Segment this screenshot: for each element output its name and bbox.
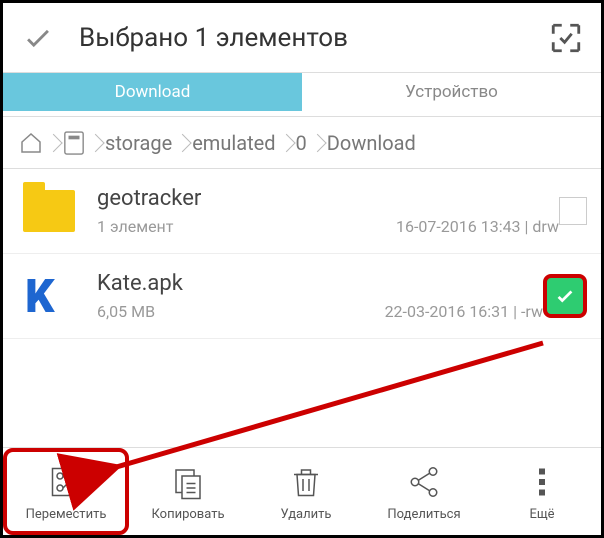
item-meta: 1 элемент 16-07-2016 13:43 | drw — [97, 217, 559, 236]
breadcrumb-emulated[interactable]: emulated — [182, 131, 285, 155]
folder-icon — [21, 183, 77, 239]
app-frame: Выбрано 1 элементов Download Устройство … — [0, 0, 604, 538]
breadcrumb: storage emulated 0 Download — [3, 117, 601, 169]
selection-header: Выбрано 1 элементов — [3, 3, 601, 73]
svg-text:K: K — [25, 272, 55, 320]
breadcrumb-storage[interactable]: storage — [95, 131, 182, 155]
copy-icon — [170, 461, 206, 503]
item-checkbox[interactable] — [559, 197, 587, 225]
apk-icon: K — [21, 268, 77, 324]
check-icon — [554, 285, 576, 307]
home-icon — [19, 131, 43, 155]
item-meta: 6,05 MB 22-03-2016 16:31 | -rw — [97, 302, 543, 321]
trash-icon — [288, 461, 324, 503]
tool-label: Копировать — [151, 507, 224, 522]
action-toolbar: Переместить Копировать Удалить Поделитьс… — [3, 447, 601, 535]
item-subtitle: 1 элемент — [97, 217, 173, 236]
share-icon — [406, 461, 442, 503]
tab-device[interactable]: Устройство — [302, 73, 601, 111]
delete-button[interactable]: Удалить — [247, 448, 365, 535]
tool-label: Удалить — [281, 507, 332, 522]
share-button[interactable]: Поделиться — [365, 448, 483, 535]
list-item[interactable]: geotracker 1 элемент 16-07-2016 13:43 | … — [3, 169, 601, 254]
copy-button[interactable]: Копировать — [129, 448, 247, 535]
tool-label: Ещё — [529, 507, 554, 522]
item-info: Kate.apk 6,05 MB 22-03-2016 16:31 | -rw — [77, 271, 543, 321]
list-item[interactable]: K Kate.apk 6,05 MB 22-03-2016 16:31 | -r… — [3, 254, 601, 339]
item-name: geotracker — [97, 186, 559, 211]
tab-bar: Download Устройство — [3, 73, 601, 117]
item-info: geotracker 1 элемент 16-07-2016 13:43 | … — [77, 186, 559, 236]
breadcrumb-home[interactable] — [9, 131, 53, 155]
item-checkbox-selected[interactable] — [543, 274, 587, 318]
tab-download[interactable]: Download — [3, 73, 302, 111]
more-button[interactable]: Ещё — [483, 448, 601, 535]
cancel-selection-icon[interactable] — [21, 21, 55, 55]
sdcard-icon — [63, 130, 85, 156]
breadcrumb-download[interactable]: Download — [317, 131, 426, 155]
selection-title: Выбрано 1 элементов — [55, 23, 549, 53]
select-all-icon[interactable] — [549, 21, 583, 55]
breadcrumb-0[interactable]: 0 — [286, 131, 317, 155]
move-button[interactable]: Переместить — [3, 448, 129, 535]
item-date: 16-07-2016 13:43 | drw — [396, 217, 559, 236]
tool-label: Переместить — [26, 507, 107, 522]
breadcrumb-sd[interactable] — [53, 130, 95, 156]
item-name: Kate.apk — [97, 271, 543, 296]
item-date: 22-03-2016 16:31 | -rw — [385, 302, 543, 321]
more-vert-icon — [524, 461, 560, 503]
item-subtitle: 6,05 MB — [97, 302, 155, 321]
cut-icon — [48, 461, 84, 503]
tool-label: Поделиться — [387, 507, 460, 522]
